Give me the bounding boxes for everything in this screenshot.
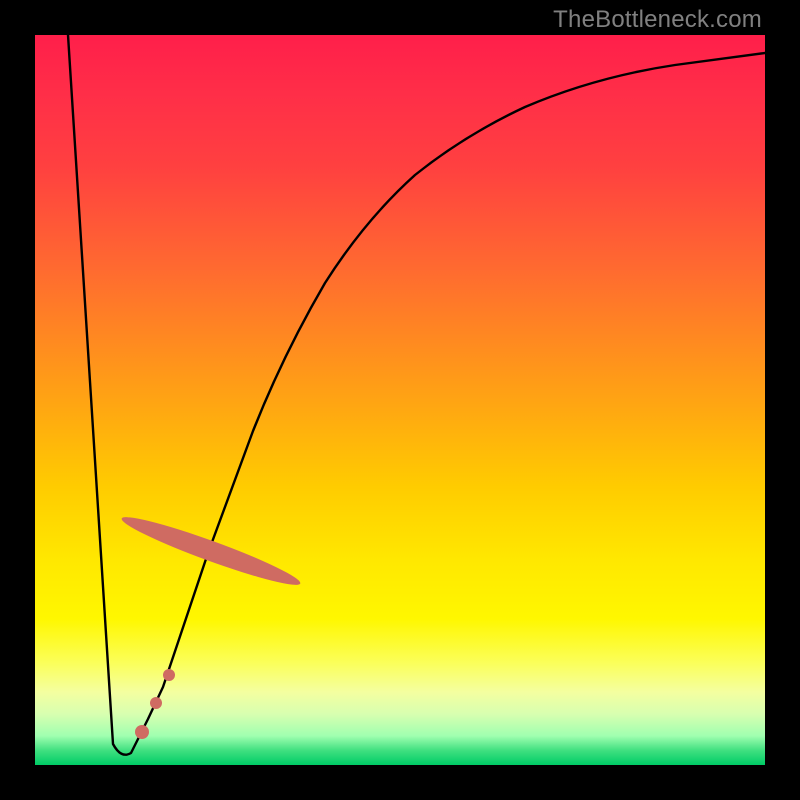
chart-container: TheBottleneck.com [0, 0, 800, 800]
plot-area [35, 35, 765, 765]
marker-band [118, 509, 303, 593]
curve-layer [35, 35, 765, 765]
marker-dot [150, 697, 162, 709]
marker-group [118, 509, 303, 739]
bottleneck-curve [68, 35, 765, 755]
watermark-text: TheBottleneck.com [553, 6, 762, 34]
marker-dot [163, 669, 175, 681]
marker-dot [135, 725, 149, 739]
